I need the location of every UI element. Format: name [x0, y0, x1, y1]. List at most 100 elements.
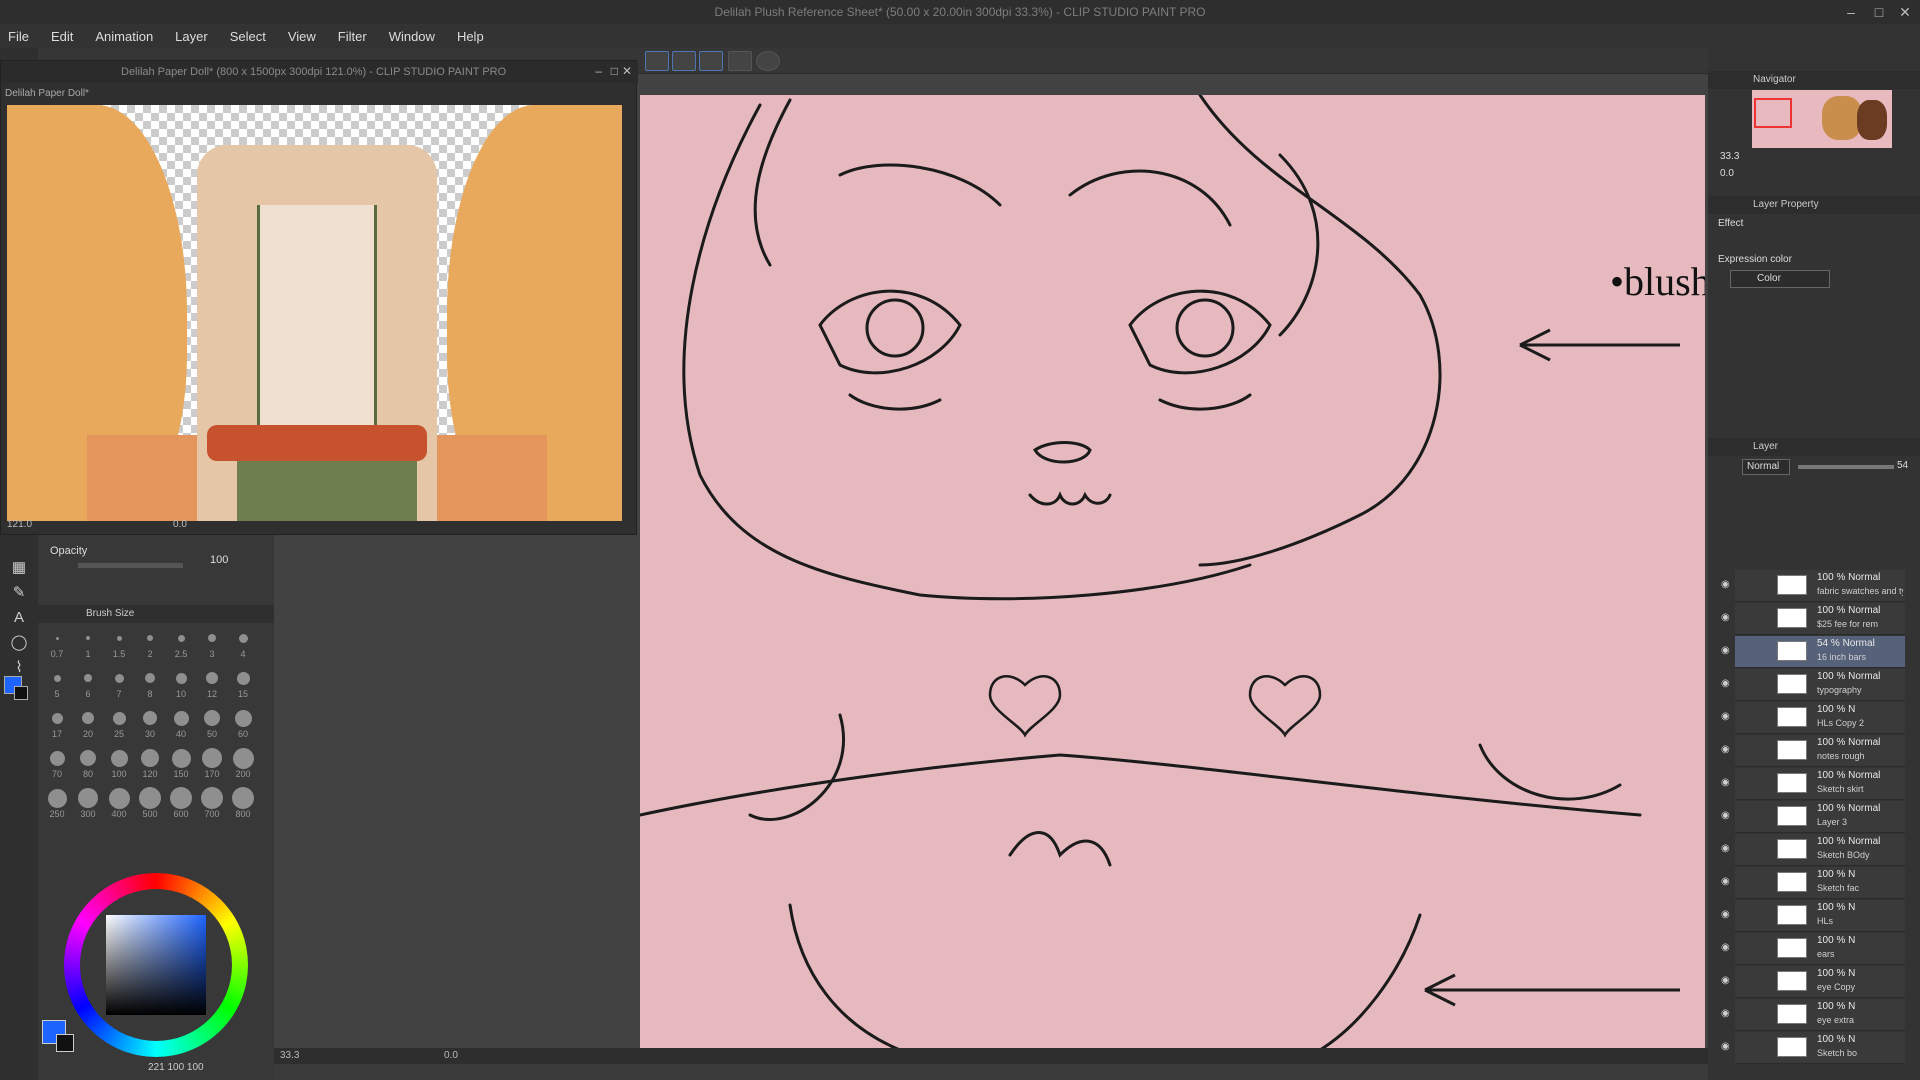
- eye-icon[interactable]: ◉: [1721, 876, 1733, 887]
- blend-mode-select[interactable]: Normal: [1742, 459, 1790, 475]
- stabilizer-icon[interactable]: [645, 51, 669, 71]
- expression-color-select[interactable]: Color: [1730, 270, 1830, 288]
- navigator-angle[interactable]: 0.0: [1720, 168, 1734, 179]
- eye-icon[interactable]: ◉: [1721, 1008, 1733, 1019]
- brush-size-cell[interactable]: 250: [42, 787, 72, 819]
- brush-size-cell[interactable]: 2: [135, 627, 165, 659]
- subview-zoom[interactable]: 121.0: [7, 519, 32, 530]
- subview-angle[interactable]: 0.0: [173, 519, 187, 530]
- canvas-zoom[interactable]: 33.3: [280, 1050, 299, 1061]
- brush-size-cell[interactable]: 150: [166, 747, 196, 779]
- sub-color-chip[interactable]: [56, 1034, 74, 1052]
- brush-size-cell[interactable]: 80: [73, 747, 103, 779]
- eye-icon[interactable]: ◉: [1721, 744, 1733, 755]
- eye-icon[interactable]: ◉: [1721, 843, 1733, 854]
- brush-size-cell[interactable]: 10: [166, 667, 196, 699]
- brush-size-cell[interactable]: 300: [73, 787, 103, 819]
- menu-window[interactable]: Window: [389, 29, 435, 44]
- subview-window[interactable]: Delilah Paper Doll* (800 x 1500px 300dpi…: [0, 60, 638, 535]
- brush-size-cell[interactable]: 170: [197, 747, 227, 779]
- brush-size-cell[interactable]: 60: [228, 707, 258, 739]
- eye-icon[interactable]: ◉: [1721, 942, 1733, 953]
- eye-icon[interactable]: ◉: [1721, 909, 1733, 920]
- subview-tab[interactable]: Delilah Paper Doll*: [5, 85, 125, 103]
- opacity-slider[interactable]: [78, 563, 183, 568]
- brush-size-cell[interactable]: 120: [135, 747, 165, 779]
- layer-opacity-value[interactable]: 54: [1897, 460, 1908, 471]
- menu-view[interactable]: View: [288, 29, 316, 44]
- canvas-angle[interactable]: 0.0: [444, 1050, 458, 1061]
- navigator-zoom[interactable]: 33.3: [1720, 151, 1739, 162]
- menu-layer[interactable]: Layer: [175, 29, 208, 44]
- brush-size-cell[interactable]: 600: [166, 787, 196, 819]
- navigator-preview[interactable]: [1752, 90, 1892, 148]
- brush-size-cell[interactable]: 3: [197, 627, 227, 659]
- eye-icon[interactable]: ◉: [1721, 579, 1733, 590]
- saturation-square[interactable]: [106, 915, 206, 1015]
- brush-size-cell[interactable]: 100: [104, 747, 134, 779]
- eye-icon[interactable]: ◉: [1721, 810, 1733, 821]
- paper-doll-canvas[interactable]: [7, 105, 622, 521]
- menu-edit[interactable]: Edit: [51, 29, 73, 44]
- pen-icon[interactable]: ✎: [9, 583, 29, 603]
- text-tool-icon[interactable]: A: [9, 608, 29, 628]
- maximize-icon[interactable]: □: [1868, 0, 1890, 24]
- brush-size-cell[interactable]: 17: [42, 707, 72, 739]
- sub-color-swatch[interactable]: [14, 686, 28, 700]
- subview-maximize-icon[interactable]: □: [611, 64, 618, 78]
- brush-size-cell[interactable]: 400: [104, 787, 134, 819]
- menu-file[interactable]: File: [8, 29, 29, 44]
- eye-icon[interactable]: ◉: [1721, 678, 1733, 689]
- layer-row[interactable]: ◉ 100 % Normal Sketch BOdy: [1721, 834, 1905, 866]
- curve-icon[interactable]: [672, 51, 696, 71]
- brush-size-cell[interactable]: 20: [73, 707, 103, 739]
- brush-size-cell[interactable]: 30: [135, 707, 165, 739]
- menu-animation[interactable]: Animation: [95, 29, 153, 44]
- layer-row[interactable]: ◉ 100 % N eye extra: [1721, 999, 1905, 1031]
- brush-size-cell[interactable]: 0.7: [42, 627, 72, 659]
- brush-size-cell[interactable]: 70: [42, 747, 72, 779]
- brush-size-cell[interactable]: 40: [166, 707, 196, 739]
- layer-row[interactable]: ◉ 100 % Normal fabric swatches and ty: [1721, 570, 1905, 602]
- brush-size-cell[interactable]: 7: [104, 667, 134, 699]
- navigator-view-box[interactable]: [1754, 98, 1792, 128]
- brush-size-cell[interactable]: 50: [197, 707, 227, 739]
- eye-icon[interactable]: ◉: [1721, 645, 1733, 656]
- layer-row[interactable]: ◉ 100 % N Sketch bo: [1721, 1032, 1905, 1064]
- page-icon[interactable]: [728, 51, 752, 71]
- opacity-value[interactable]: 100: [210, 554, 228, 566]
- layer-row[interactable]: ◉ 100 % N HLs Copy 2: [1721, 702, 1905, 734]
- layer-row[interactable]: ◉ 100 % Normal notes rough: [1721, 735, 1905, 767]
- layer-row[interactable]: ◉ 100 % N eye Copy: [1721, 966, 1905, 998]
- brush-size-cell[interactable]: 4: [228, 627, 258, 659]
- layer-row[interactable]: ◉ 100 % Normal Layer 3: [1721, 801, 1905, 833]
- menu-filter[interactable]: Filter: [338, 29, 367, 44]
- menu-help[interactable]: Help: [457, 29, 484, 44]
- color-wheel[interactable]: [64, 873, 248, 1057]
- help-icon[interactable]: [756, 51, 780, 71]
- layer-row[interactable]: ◉ 100 % N ears: [1721, 933, 1905, 965]
- eye-icon[interactable]: ◉: [1721, 975, 1733, 986]
- eye-icon[interactable]: ◉: [1721, 1041, 1733, 1052]
- subview-minimize-icon[interactable]: –: [595, 64, 602, 78]
- main-canvas[interactable]: •blush: [640, 95, 1705, 1050]
- layer-row[interactable]: ◉ 100 % Normal Sketch skirt: [1721, 768, 1905, 800]
- brush-size-cell[interactable]: 2.5: [166, 627, 196, 659]
- brush-size-cell[interactable]: 1.5: [104, 627, 134, 659]
- layer-move-icon[interactable]: ▦: [9, 558, 29, 578]
- subview-close-icon[interactable]: ✕: [622, 64, 632, 78]
- layer-row[interactable]: ◉ 100 % N HLs: [1721, 900, 1905, 932]
- brush-size-cell[interactable]: 200: [228, 747, 258, 779]
- brush-size-cell[interactable]: 500: [135, 787, 165, 819]
- layer-row[interactable]: ◉ 100 % Normal typography: [1721, 669, 1905, 701]
- brush-size-cell[interactable]: 700: [197, 787, 227, 819]
- brush-size-cell[interactable]: 12: [197, 667, 227, 699]
- eye-icon[interactable]: ◉: [1721, 711, 1733, 722]
- layer-opacity-slider[interactable]: [1798, 465, 1894, 469]
- brush-icon[interactable]: ⌇: [9, 658, 29, 678]
- layer-row[interactable]: ◉ 100 % Normal $25 fee for rem: [1721, 603, 1905, 635]
- brush-size-cell[interactable]: 1: [73, 627, 103, 659]
- brush-size-cell[interactable]: 15: [228, 667, 258, 699]
- minimize-icon[interactable]: –: [1840, 0, 1862, 24]
- brush-size-cell[interactable]: 5: [42, 667, 72, 699]
